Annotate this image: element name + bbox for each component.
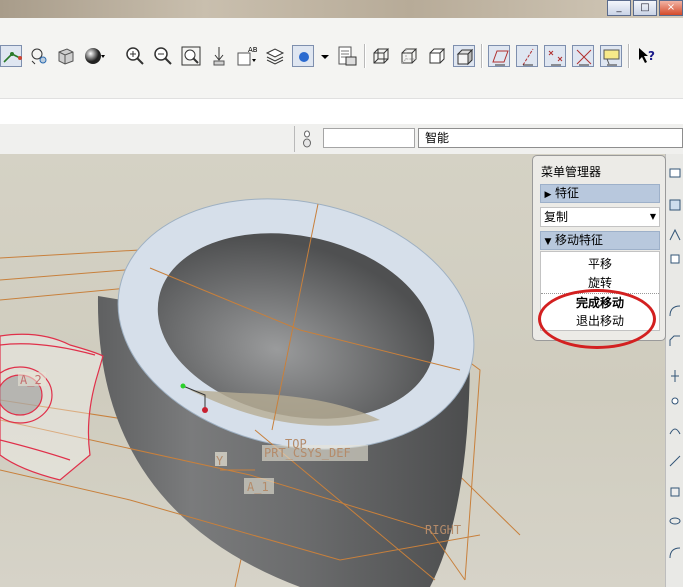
hole-tool-icon[interactable]	[668, 166, 682, 180]
coordinate-systems-icon[interactable]	[572, 45, 594, 67]
rib-tool-icon[interactable]	[668, 228, 682, 242]
menu-move-label: 移动特征	[555, 233, 604, 247]
sketch-tool-icon[interactable]	[668, 454, 682, 468]
annotations-icon[interactable]	[600, 45, 622, 67]
label-a2: A_2	[20, 373, 42, 387]
menu-move-header[interactable]: ▼ 移动特征	[540, 231, 660, 250]
copy-dropdown-value: 复制	[544, 210, 569, 224]
sweep-tool-icon[interactable]	[668, 546, 682, 560]
selection-field[interactable]	[323, 128, 415, 148]
highlight-circle	[538, 289, 656, 349]
shading-icon[interactable]	[83, 45, 105, 67]
zoom-in-icon[interactable]	[124, 45, 146, 67]
copy-dropdown[interactable]: 复制 ▼	[540, 207, 660, 227]
display-style-icon[interactable]	[292, 45, 314, 67]
window-controls: _ □ ×	[601, 0, 683, 16]
right-feature-toolbar	[665, 154, 683, 587]
hidden-line-icon[interactable]	[398, 45, 420, 67]
curve-tool-icon[interactable]	[668, 424, 682, 438]
label-right: RIGHT	[425, 523, 462, 537]
close-button[interactable]: ×	[659, 0, 683, 16]
datum-planes-icon[interactable]	[488, 45, 510, 67]
wireframe-icon[interactable]	[370, 45, 392, 67]
shell-tool-icon[interactable]	[668, 198, 682, 212]
label-a1: A_1	[247, 480, 269, 494]
menu-feature-header[interactable]: ▶ 特征	[540, 184, 660, 203]
chamfer-tool-icon[interactable]	[668, 334, 682, 348]
point-tool-icon[interactable]	[668, 394, 682, 408]
divider	[294, 126, 295, 152]
view-manager-icon[interactable]	[55, 45, 77, 67]
restore-button[interactable]: □	[633, 0, 657, 16]
toolbar: AB ?	[0, 18, 683, 99]
label-csys: PRT_CSYS_DEF	[264, 446, 351, 460]
svg-text:?: ?	[648, 49, 655, 63]
context-help-icon[interactable]: ?	[636, 45, 658, 67]
saved-views-icon[interactable]: AB	[236, 45, 258, 67]
selected-feature	[0, 333, 104, 481]
svg-text:AB: AB	[248, 46, 258, 54]
repaint-icon[interactable]	[208, 45, 230, 67]
menu-feature-label: 特征	[555, 186, 580, 200]
orient-icon[interactable]	[28, 45, 50, 67]
axis-tool-icon[interactable]	[668, 369, 682, 383]
minimize-button[interactable]: _	[607, 0, 631, 16]
label-y: Y	[216, 454, 224, 468]
pin-icon	[302, 129, 312, 149]
menu-manager-title: 菜单管理器	[541, 165, 602, 179]
draft-tool-icon[interactable]	[668, 252, 682, 266]
spin-center-icon[interactable]	[0, 45, 22, 67]
model-tree-icon[interactable]	[336, 45, 358, 67]
menu-item-translate[interactable]: 平移	[541, 255, 659, 273]
dropdown-arrow-icon[interactable]	[314, 45, 329, 67]
no-hidden-icon[interactable]	[426, 45, 448, 67]
datum-points-icon[interactable]	[544, 45, 566, 67]
datum-axes-icon[interactable]	[516, 45, 538, 67]
extrude-tool-icon[interactable]	[668, 484, 682, 498]
round-tool-icon[interactable]	[668, 304, 682, 318]
layers-icon[interactable]	[264, 45, 286, 67]
revolve-tool-icon[interactable]	[668, 514, 682, 528]
expanded-arrow-icon: ▼	[544, 237, 552, 247]
shaded-icon[interactable]	[453, 45, 475, 67]
chevron-down-icon: ▼	[649, 212, 656, 221]
collapsed-arrow-icon: ▶	[544, 190, 552, 200]
selection-filter[interactable]: 智能	[418, 128, 683, 148]
title-strip	[0, 0, 683, 18]
zoom-out-icon[interactable]	[152, 45, 174, 67]
refit-icon[interactable]	[180, 45, 202, 67]
